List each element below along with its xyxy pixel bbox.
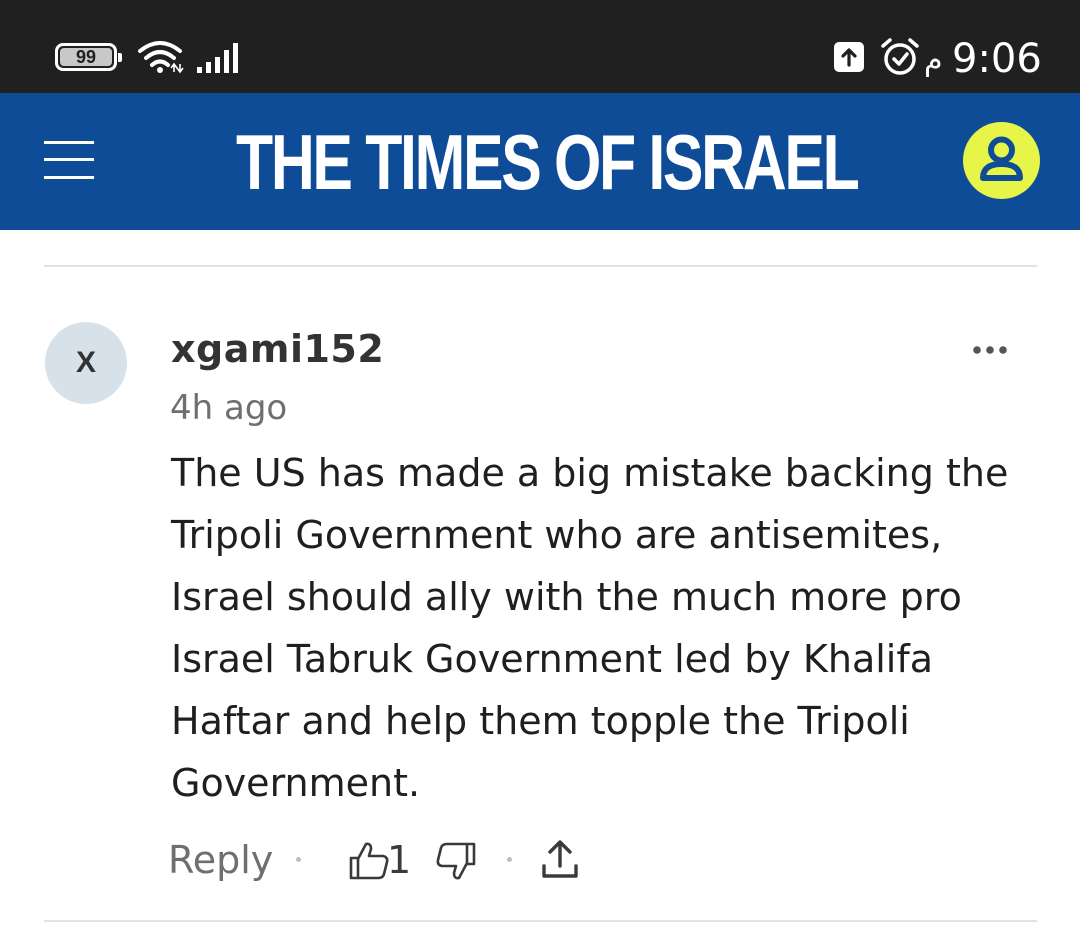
site-logo[interactable]: THE TIMES OF ISRAEL [236,123,860,201]
app-header: THE TIMES OF ISRAEL [0,93,1080,230]
divider-bottom [44,920,1037,922]
menu-icon[interactable] [44,141,94,179]
clock: 9:06 [952,36,1042,82]
like-count: 1 [387,838,412,882]
divider-top [44,265,1037,267]
comment-timestamp: 4h ago [170,388,288,428]
clock-period: م [924,43,943,78]
more-options-icon[interactable] [968,338,1012,362]
signal-icon [197,43,238,73]
battery-level: 99 [60,48,112,66]
thumbs-down-icon[interactable] [434,838,478,884]
reply-button[interactable]: Reply [168,836,273,884]
separator-dot [507,857,512,862]
separator-dot [296,857,301,862]
user-account-icon[interactable] [963,122,1040,199]
battery-icon: 99 [55,43,122,71]
avatar[interactable]: X [45,322,127,404]
comment-username[interactable]: xgami152 [171,326,384,372]
alarm-icon [881,38,919,75]
status-bar: 99 م 9:06 [0,0,1080,93]
upload-notification-icon [834,42,864,72]
comment-body: The US has made a big mistake backing th… [171,451,1009,805]
wifi-icon [138,41,184,74]
share-icon[interactable] [540,838,580,882]
